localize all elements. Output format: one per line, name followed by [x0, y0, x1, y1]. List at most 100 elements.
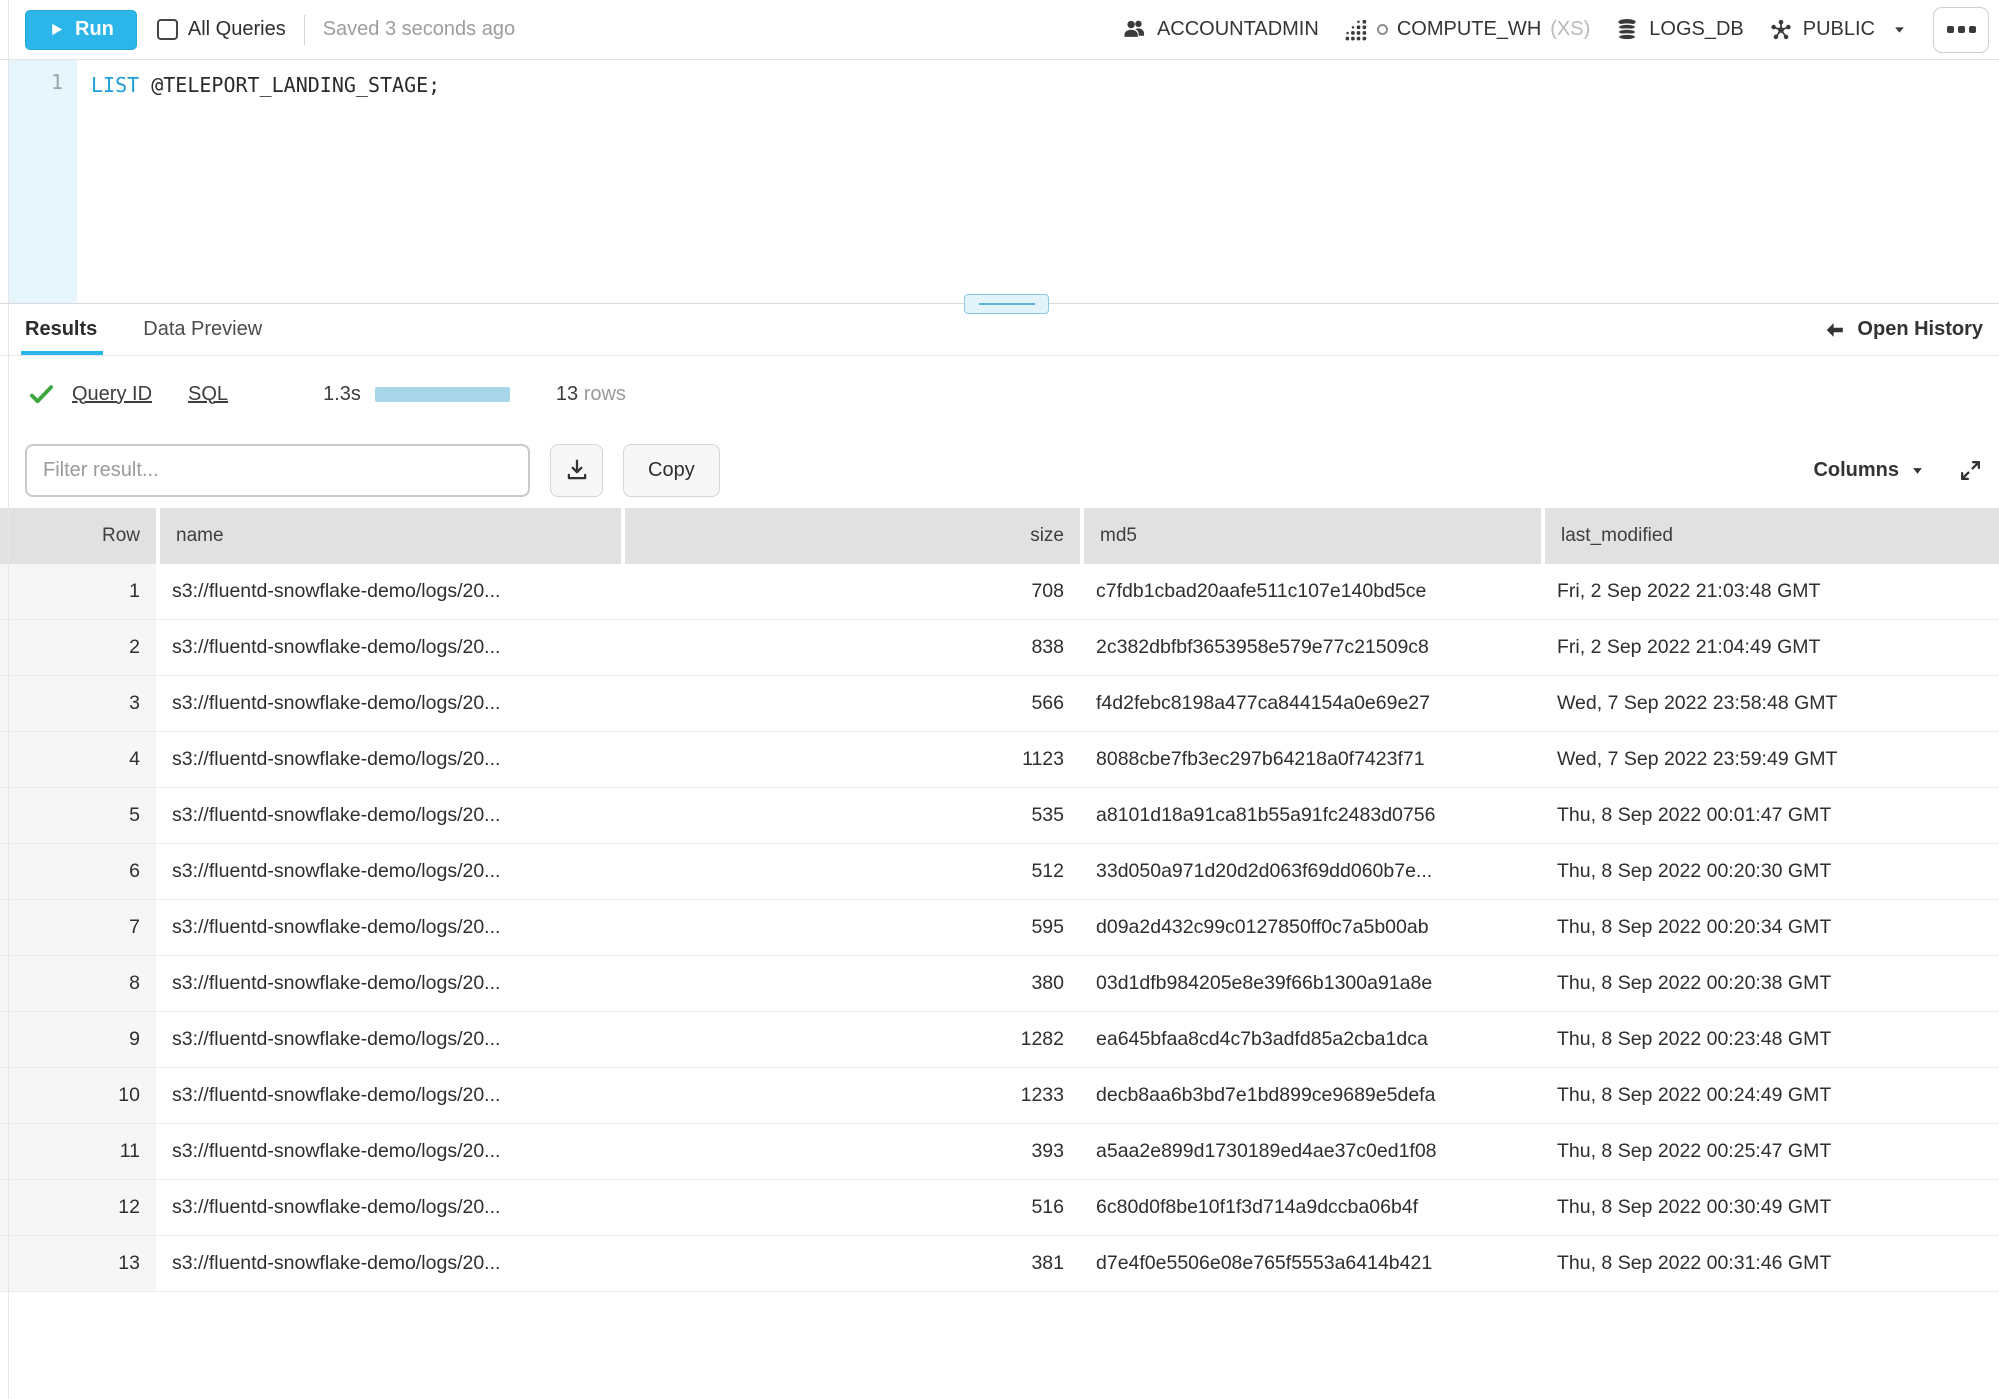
- size-cell[interactable]: 535: [621, 788, 1080, 843]
- md5-cell[interactable]: d7e4f0e5506e08e765f5553a6414b421: [1080, 1236, 1541, 1291]
- header-last-modified-col[interactable]: last_modified: [1541, 508, 1999, 564]
- md5-cell[interactable]: ea645bfaa8cd4c7b3adfd85a2cba1dca: [1080, 1012, 1541, 1067]
- name-cell[interactable]: s3://fluentd-snowflake-demo/logs/20...: [156, 788, 621, 843]
- table-row[interactable]: 1s3://fluentd-snowflake-demo/logs/20...7…: [0, 564, 1999, 620]
- size-cell[interactable]: 1123: [621, 732, 1080, 787]
- name-cell[interactable]: s3://fluentd-snowflake-demo/logs/20...: [156, 900, 621, 955]
- table-row[interactable]: 6s3://fluentd-snowflake-demo/logs/20...5…: [0, 844, 1999, 900]
- table-row[interactable]: 13s3://fluentd-snowflake-demo/logs/20...…: [0, 1236, 1999, 1292]
- table-row[interactable]: 5s3://fluentd-snowflake-demo/logs/20...5…: [0, 788, 1999, 844]
- md5-cell[interactable]: 33d050a971d20d2d063f69dd060b7e...: [1080, 844, 1541, 899]
- table-row[interactable]: 3s3://fluentd-snowflake-demo/logs/20...5…: [0, 676, 1999, 732]
- last-modified-cell[interactable]: Thu, 8 Sep 2022 00:20:38 GMT: [1541, 956, 1999, 1011]
- table-row[interactable]: 4s3://fluentd-snowflake-demo/logs/20...1…: [0, 732, 1999, 788]
- run-button[interactable]: Run: [25, 10, 137, 50]
- sql-editor[interactable]: 1 LIST @TELEPORT_LANDING_STAGE;: [0, 60, 1999, 303]
- md5-cell[interactable]: a8101d18a91ca81b55a91fc2483d0756: [1080, 788, 1541, 843]
- last-modified-cell[interactable]: Thu, 8 Sep 2022 00:01:47 GMT: [1541, 788, 1999, 843]
- md5-cell[interactable]: c7fdb1cbad20aafe511c107e140bd5ce: [1080, 564, 1541, 619]
- query-id-link[interactable]: Query ID: [72, 383, 152, 406]
- resize-handle[interactable]: [964, 294, 1049, 314]
- name-cell[interactable]: s3://fluentd-snowflake-demo/logs/20...: [156, 676, 621, 731]
- last-modified-cell[interactable]: Fri, 2 Sep 2022 21:03:48 GMT: [1541, 564, 1999, 619]
- table-row[interactable]: 8s3://fluentd-snowflake-demo/logs/20...3…: [0, 956, 1999, 1012]
- expand-icon[interactable]: [1958, 458, 1983, 483]
- table-row[interactable]: 10s3://fluentd-snowflake-demo/logs/20...…: [0, 1068, 1999, 1124]
- row-index-cell[interactable]: 6: [0, 844, 156, 899]
- table-row[interactable]: 11s3://fluentd-snowflake-demo/logs/20...…: [0, 1124, 1999, 1180]
- name-cell[interactable]: s3://fluentd-snowflake-demo/logs/20...: [156, 1124, 621, 1179]
- name-cell[interactable]: s3://fluentd-snowflake-demo/logs/20...: [156, 620, 621, 675]
- size-cell[interactable]: 1233: [621, 1068, 1080, 1123]
- md5-cell[interactable]: a5aa2e899d1730189ed4ae37c0ed1f08: [1080, 1124, 1541, 1179]
- header-md5-col[interactable]: md5: [1080, 508, 1541, 564]
- size-cell[interactable]: 516: [621, 1180, 1080, 1235]
- row-index-cell[interactable]: 5: [0, 788, 156, 843]
- last-modified-cell[interactable]: Wed, 7 Sep 2022 23:59:49 GMT: [1541, 732, 1999, 787]
- header-name-col[interactable]: name: [156, 508, 621, 564]
- last-modified-cell[interactable]: Thu, 8 Sep 2022 00:31:46 GMT: [1541, 1236, 1999, 1291]
- name-cell[interactable]: s3://fluentd-snowflake-demo/logs/20...: [156, 564, 621, 619]
- row-index-cell[interactable]: 11: [0, 1124, 156, 1179]
- header-size-col[interactable]: size: [621, 508, 1080, 564]
- last-modified-cell[interactable]: Thu, 8 Sep 2022 00:20:34 GMT: [1541, 900, 1999, 955]
- size-cell[interactable]: 838: [621, 620, 1080, 675]
- name-cell[interactable]: s3://fluentd-snowflake-demo/logs/20...: [156, 956, 621, 1011]
- row-index-cell[interactable]: 1: [0, 564, 156, 619]
- size-cell[interactable]: 708: [621, 564, 1080, 619]
- name-cell[interactable]: s3://fluentd-snowflake-demo/logs/20...: [156, 844, 621, 899]
- row-index-cell[interactable]: 9: [0, 1012, 156, 1067]
- last-modified-cell[interactable]: Thu, 8 Sep 2022 00:20:30 GMT: [1541, 844, 1999, 899]
- table-row[interactable]: 9s3://fluentd-snowflake-demo/logs/20...1…: [0, 1012, 1999, 1068]
- columns-dropdown[interactable]: Columns: [1813, 459, 1924, 482]
- md5-cell[interactable]: decb8aa6b3bd7e1bd899ce9689e5defa: [1080, 1068, 1541, 1123]
- role-selector[interactable]: ACCOUNTADMIN: [1121, 16, 1319, 43]
- size-cell[interactable]: 393: [621, 1124, 1080, 1179]
- size-cell[interactable]: 566: [621, 676, 1080, 731]
- row-index-cell[interactable]: 12: [0, 1180, 156, 1235]
- md5-cell[interactable]: 03d1dfb984205e8e39f66b1300a91a8e: [1080, 956, 1541, 1011]
- name-cell[interactable]: s3://fluentd-snowflake-demo/logs/20...: [156, 1180, 621, 1235]
- tab-data-preview[interactable]: Data Preview: [143, 304, 262, 355]
- table-row[interactable]: 2s3://fluentd-snowflake-demo/logs/20...8…: [0, 620, 1999, 676]
- tab-results[interactable]: Results: [25, 304, 97, 355]
- copy-button[interactable]: Copy: [623, 444, 720, 497]
- last-modified-cell[interactable]: Fri, 2 Sep 2022 21:04:49 GMT: [1541, 620, 1999, 675]
- name-cell[interactable]: s3://fluentd-snowflake-demo/logs/20...: [156, 1012, 621, 1067]
- row-index-cell[interactable]: 10: [0, 1068, 156, 1123]
- warehouse-selector[interactable]: COMPUTE_WH (XS): [1343, 17, 1590, 42]
- size-cell[interactable]: 512: [621, 844, 1080, 899]
- last-modified-cell[interactable]: Thu, 8 Sep 2022 00:23:48 GMT: [1541, 1012, 1999, 1067]
- code-area[interactable]: LIST @TELEPORT_LANDING_STAGE;: [77, 60, 1999, 303]
- row-index-cell[interactable]: 7: [0, 900, 156, 955]
- filter-input[interactable]: [25, 444, 530, 497]
- sql-link[interactable]: SQL: [188, 383, 228, 406]
- size-cell[interactable]: 380: [621, 956, 1080, 1011]
- md5-cell[interactable]: f4d2febc8198a477ca844154a0e69e27: [1080, 676, 1541, 731]
- size-cell[interactable]: 381: [621, 1236, 1080, 1291]
- last-modified-cell[interactable]: Thu, 8 Sep 2022 00:25:47 GMT: [1541, 1124, 1999, 1179]
- row-index-cell[interactable]: 13: [0, 1236, 156, 1291]
- last-modified-cell[interactable]: Wed, 7 Sep 2022 23:58:48 GMT: [1541, 676, 1999, 731]
- database-selector[interactable]: LOGS_DB: [1614, 17, 1743, 43]
- table-row[interactable]: 7s3://fluentd-snowflake-demo/logs/20...5…: [0, 900, 1999, 956]
- last-modified-cell[interactable]: Thu, 8 Sep 2022 00:30:49 GMT: [1541, 1180, 1999, 1235]
- size-cell[interactable]: 595: [621, 900, 1080, 955]
- md5-cell[interactable]: 2c382dbfbf3653958e579e77c21509c8: [1080, 620, 1541, 675]
- name-cell[interactable]: s3://fluentd-snowflake-demo/logs/20...: [156, 1236, 621, 1291]
- row-index-cell[interactable]: 3: [0, 676, 156, 731]
- md5-cell[interactable]: 6c80d0f8be10f1f3d714a9dccba06b4f: [1080, 1180, 1541, 1235]
- row-index-cell[interactable]: 2: [0, 620, 156, 675]
- row-index-cell[interactable]: 8: [0, 956, 156, 1011]
- open-history-button[interactable]: Open History: [1824, 304, 1983, 355]
- size-cell[interactable]: 1282: [621, 1012, 1080, 1067]
- table-row[interactable]: 12s3://fluentd-snowflake-demo/logs/20...…: [0, 1180, 1999, 1236]
- schema-selector[interactable]: PUBLIC: [1768, 17, 1907, 43]
- name-cell[interactable]: s3://fluentd-snowflake-demo/logs/20...: [156, 732, 621, 787]
- header-row-col[interactable]: Row: [0, 508, 156, 564]
- md5-cell[interactable]: 8088cbe7fb3ec297b64218a0f7423f71: [1080, 732, 1541, 787]
- last-modified-cell[interactable]: Thu, 8 Sep 2022 00:24:49 GMT: [1541, 1068, 1999, 1123]
- more-options-button[interactable]: [1933, 7, 1989, 53]
- download-button[interactable]: [550, 444, 603, 497]
- row-index-cell[interactable]: 4: [0, 732, 156, 787]
